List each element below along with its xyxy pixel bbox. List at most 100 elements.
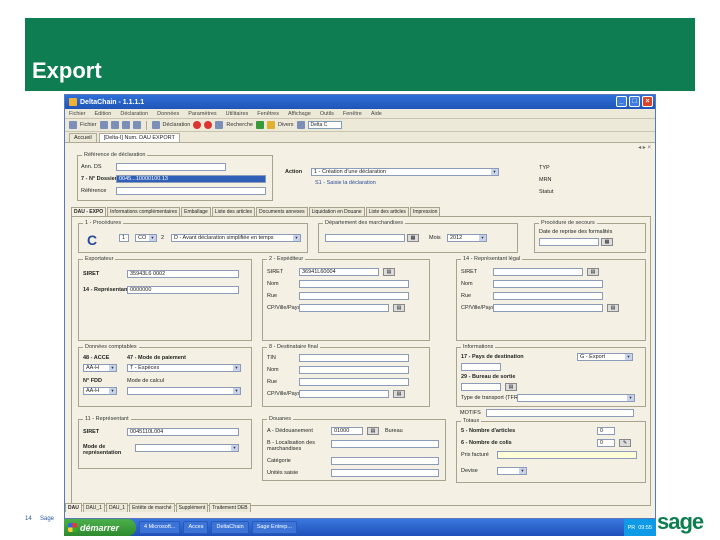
subtab[interactable]: Liste des articles [365,207,409,216]
menu-item[interactable]: Fenêtres [257,111,279,117]
bottom-tab[interactable]: Traitement DEB [209,503,251,512]
save-icon[interactable] [121,121,130,129]
siret-field[interactable]: 36941L60004 [299,268,379,276]
cp-field[interactable] [493,304,603,312]
transport-field[interactable] [517,394,635,402]
tin-field[interactable] [299,354,409,362]
siret-field[interactable]: 0045110L004 [127,428,239,436]
cp-field[interactable] [299,304,389,312]
lookup-icon[interactable]: ▤ [393,390,405,398]
cp-field[interactable] [299,390,389,398]
calendar-icon[interactable]: ▦ [601,238,613,246]
departement-field[interactable] [325,234,405,242]
check-icon[interactable] [255,121,264,129]
tools-icon[interactable] [266,121,275,129]
stop-icon[interactable] [193,121,202,129]
search-icon[interactable] [215,121,224,129]
lookup-icon[interactable]: ▤ [607,304,619,312]
action-select[interactable]: 1 - Création d'une déclaration [311,168,499,176]
mois-field[interactable]: 2012 [447,234,487,242]
bottom-tab[interactable]: DAU_1 [105,503,129,512]
menu-item[interactable]: Déclaration [120,111,148,117]
num-field[interactable] [116,163,226,171]
pays-dest-code[interactable] [461,363,501,371]
menu-item[interactable]: Outils [320,111,334,117]
clock[interactable]: 09:55 [638,525,652,531]
procedure-code[interactable]: CO [135,234,157,242]
menu-item[interactable]: Aide [371,111,382,117]
bottom-tab[interactable]: Entête de marché [129,503,175,512]
lookup-icon[interactable]: ▤ [367,427,379,435]
categorie-field[interactable] [331,457,439,465]
unites-field[interactable] [331,469,439,477]
menu-item[interactable]: Fenêtre [343,111,362,117]
siret-field[interactable] [493,268,583,276]
nfdd-field[interactable]: AA-H [83,387,117,395]
rue-field[interactable] [299,292,409,300]
nom-field[interactable] [493,280,603,288]
pays-dest-field[interactable]: G - Export [577,353,633,361]
minimize-button[interactable]: _ [616,96,627,107]
lookup-icon[interactable]: ▤ [393,304,405,312]
nb-articles-field[interactable]: 0 [597,427,615,435]
rue-field[interactable] [299,378,409,386]
menu-item[interactable]: Utilitaires [226,111,249,117]
file-icon[interactable] [69,121,77,129]
menu-item[interactable]: Affichage [288,111,311,117]
nom-field[interactable] [299,280,409,288]
divers-button[interactable]: Divers [278,122,294,128]
close-button[interactable]: × [642,96,653,107]
menu-item[interactable]: Paramètres [188,111,216,117]
rue-field[interactable] [493,292,603,300]
devise-field[interactable] [497,467,527,475]
taskbar-item[interactable]: DeltaChain [211,521,249,534]
menu-item[interactable]: Données [157,111,179,117]
ref2-field[interactable] [116,187,266,195]
subtab[interactable]: Emballage [181,207,211,216]
help-icon[interactable] [296,121,305,129]
motifs-field[interactable] [486,409,634,417]
file-button[interactable]: Fichier [80,122,97,128]
taskbar-item[interactable]: Sage Entrep... [251,521,297,534]
paste-icon[interactable] [110,121,119,129]
copy-icon[interactable] [99,121,108,129]
siret-field[interactable]: 35943L6 0002 [127,270,239,278]
mode-calcul-field[interactable] [127,387,241,395]
ref-field[interactable]: 0045...10000100.13 [116,175,266,183]
lookup-icon[interactable]: ▤ [505,383,517,391]
procedure-combo[interactable]: D - Avant déclaration simplifiée en temp… [171,234,301,242]
subtab[interactable]: Documents annexes [256,207,308,216]
procedure-num[interactable]: 1 [119,234,129,242]
maximize-button[interactable]: □ [629,96,640,107]
taskbar-item[interactable]: Acces [183,521,209,534]
edit-icon[interactable]: ✎ [619,439,631,447]
subtab[interactable]: Informations complémentaires [107,207,181,216]
print-icon[interactable] [132,121,141,129]
dedouanement-field[interactable]: 01000 [331,427,363,435]
menu-item[interactable]: Edition [95,111,112,117]
prix-field[interactable] [497,451,637,459]
start-button[interactable]: démarrer [64,519,136,536]
subtab[interactable]: DAU - EXPO [71,207,107,216]
localisation-field[interactable] [331,440,439,448]
bureau-sortie-field[interactable] [461,383,501,391]
calendar-icon[interactable]: ▦ [407,234,419,242]
mode-representation-field[interactable] [135,444,239,452]
lookup-icon[interactable]: ▤ [383,268,395,276]
lookup-icon[interactable]: ▤ [587,268,599,276]
search-button[interactable]: Recherche [226,122,253,128]
company-combo[interactable]: Delta C [307,121,342,129]
tab-home[interactable]: Accueil [69,133,97,142]
subtab[interactable]: Liste des articles [211,207,256,216]
bottom-tab[interactable]: Supplément [175,503,209,512]
taskbar-item[interactable]: 4 Microsoft... [139,521,181,534]
tab-declaration[interactable]: [Delta-I] Num. DAU EXPORT [98,133,180,142]
subtab[interactable]: Liquidation en Douane [308,207,365,216]
acce-field[interactable]: AA-H [83,364,117,372]
declaration-icon[interactable] [151,121,160,129]
menu-item[interactable]: Fichier [69,111,86,117]
nb-colis-field[interactable]: 0 [597,439,615,447]
subtab[interactable]: Impression [409,207,441,216]
nom-field[interactable] [299,366,409,374]
paiement-field[interactable]: T - Espèces [127,364,241,372]
